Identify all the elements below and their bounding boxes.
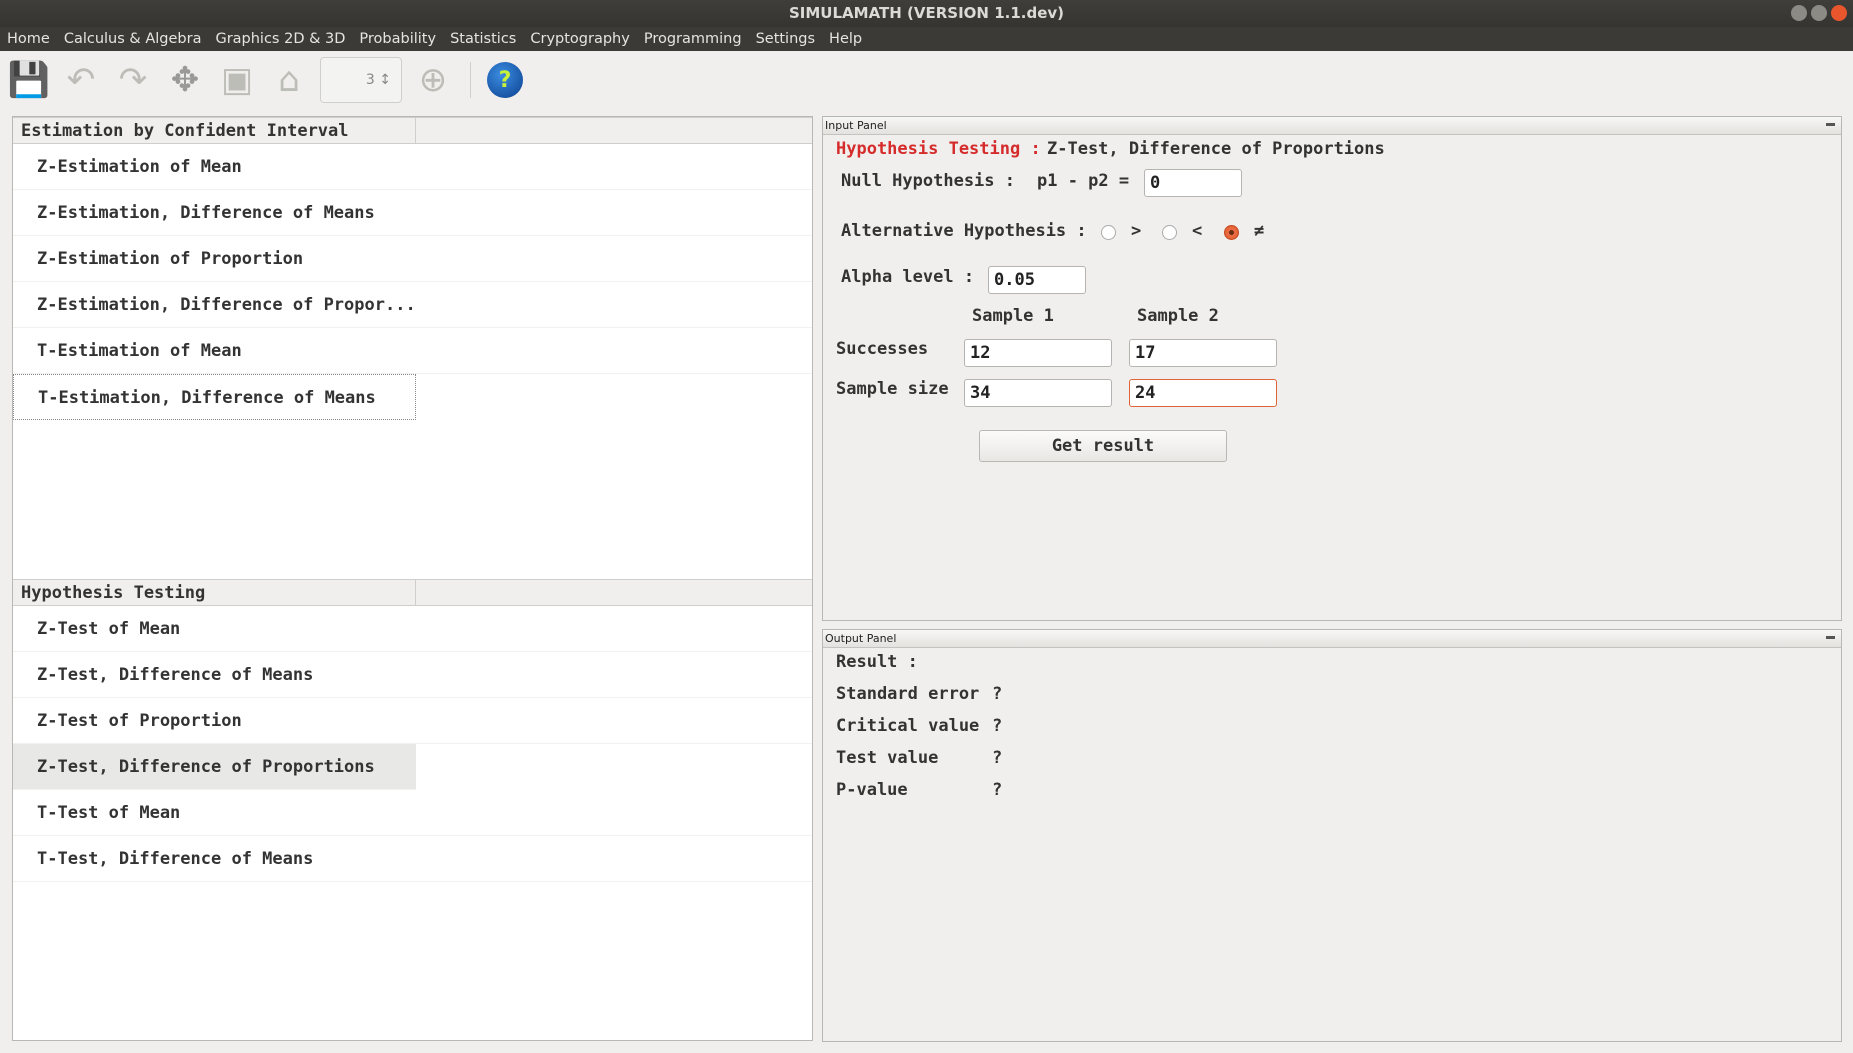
list-item[interactable]: Z-Test of Proportion — [13, 698, 812, 744]
p-value-label: P-value — [836, 780, 908, 800]
input-panel-title: Input Panel — [823, 117, 1841, 135]
option-greater: > — [1131, 221, 1142, 241]
minimize-button[interactable] — [1791, 5, 1807, 21]
radio-not-equal[interactable] — [1224, 225, 1239, 240]
close-button[interactable] — [1831, 5, 1847, 21]
sample2-header: Sample 2 — [1137, 306, 1219, 326]
option-not-equal: ≠ — [1254, 221, 1265, 241]
minimize-panel-button[interactable] — [1826, 123, 1835, 126]
menu-home[interactable]: Home — [7, 27, 50, 51]
output-panel-title-label: Output Panel — [825, 632, 897, 645]
list-item[interactable]: T-Estimation of Mean — [13, 328, 812, 374]
menu-cryptography[interactable]: Cryptography — [530, 27, 629, 51]
list-item[interactable]: Z-Test of Mean — [13, 606, 812, 652]
size2-input[interactable]: 24 — [1129, 379, 1277, 407]
sample-size-label: Sample size — [836, 379, 949, 399]
output-panel: Output Panel Result : Standard error ? C… — [822, 629, 1842, 1042]
size1-input[interactable]: 34 — [964, 379, 1112, 407]
null-value-input[interactable]: 0 — [1144, 169, 1242, 197]
menu-graphics[interactable]: Graphics 2D & 3D — [215, 27, 345, 51]
home-icon[interactable]: ⌂ — [268, 59, 310, 101]
list-item[interactable]: Z-Test, Difference of Means — [13, 652, 812, 698]
menu-settings[interactable]: Settings — [756, 27, 815, 51]
add-icon[interactable]: ⊕ — [412, 59, 454, 101]
successes1-input[interactable]: 12 — [964, 339, 1112, 367]
sample1-header: Sample 1 — [972, 306, 1054, 326]
redo-icon[interactable]: ↷ — [112, 59, 154, 101]
null-hypothesis-label: Null Hypothesis : — [841, 171, 1015, 191]
save-icon[interactable]: 💾 — [8, 59, 50, 101]
test-list-panel: Estimation by Confident Interval Z-Estim… — [12, 116, 813, 1041]
menu-probability[interactable]: Probability — [359, 27, 436, 51]
help-glyph: ? — [498, 67, 512, 93]
test-value-value: ? — [992, 748, 1003, 768]
input-panel: Input Panel Hypothesis Testing : Z-Test,… — [822, 116, 1842, 621]
p-value-value: ? — [992, 780, 1003, 800]
help-icon[interactable]: ? — [487, 62, 523, 98]
successes2-input[interactable]: 17 — [1129, 339, 1277, 367]
window-title: SIMULAMATH (VERSION 1.1.dev) — [788, 4, 1065, 22]
hypothesis-list: Z-Test of Mean Z-Test, Difference of Mea… — [13, 606, 812, 882]
output-panel-title: Output Panel — [823, 630, 1841, 648]
test-heading: Z-Test, Difference of Proportions — [1047, 139, 1385, 159]
radio-greater[interactable] — [1101, 225, 1116, 240]
list-item[interactable]: Z-Estimation of Proportion — [13, 236, 812, 282]
result-label: Result : — [836, 652, 918, 672]
input-panel-title-label: Input Panel — [825, 119, 887, 132]
minimize-panel-button[interactable] — [1826, 636, 1835, 639]
estimation-header: Estimation by Confident Interval — [13, 117, 812, 144]
alternative-hypothesis-label: Alternative Hypothesis : — [841, 221, 1087, 241]
standard-error-value: ? — [992, 684, 1003, 704]
maximize-button[interactable] — [1811, 5, 1827, 21]
list-item[interactable]: Z-Estimation of Mean — [13, 144, 812, 190]
expand-icon[interactable]: ✥ — [164, 59, 206, 101]
get-result-button[interactable]: Get result — [979, 430, 1227, 462]
estimation-header-label: Estimation by Confident Interval — [13, 118, 416, 144]
axis-spinner[interactable]: 3 ↕ — [320, 57, 402, 103]
alpha-level-label: Alpha level : — [841, 267, 975, 287]
list-item[interactable]: Z-Estimation, Difference of Propor... — [13, 282, 812, 328]
menu-bar: Home Calculus & Algebra Graphics 2D & 3D… — [0, 27, 1853, 51]
list-item-selected[interactable]: Z-Test, Difference of Proportions — [13, 744, 416, 790]
hypothesis-header-label: Hypothesis Testing — [13, 580, 416, 606]
menu-programming[interactable]: Programming — [644, 27, 742, 51]
toolbar: 💾 ↶ ↷ ✥ ▣ ⌂ 3 ↕ ⊕ ? — [0, 51, 1853, 109]
title-bar: SIMULAMATH (VERSION 1.1.dev) — [0, 0, 1853, 27]
list-item[interactable]: T-Estimation, Difference of Means — [13, 374, 416, 420]
menu-statistics[interactable]: Statistics — [450, 27, 516, 51]
spinner-value: 3 — [365, 72, 375, 88]
alpha-level-input[interactable]: 0.05 — [988, 266, 1086, 294]
list-item[interactable]: T-Test of Mean — [13, 790, 812, 836]
hypothesis-header: Hypothesis Testing — [13, 579, 812, 606]
null-expression: p1 - p2 = — [1037, 171, 1130, 191]
critical-value-label: Critical value — [836, 716, 980, 736]
toolbar-separator — [470, 62, 471, 98]
fit-icon[interactable]: ▣ — [216, 59, 258, 101]
test-value-label: Test value — [836, 748, 939, 768]
estimation-list: Z-Estimation of Mean Z-Estimation, Diffe… — [13, 144, 812, 420]
heading-prefix: Hypothesis Testing : — [836, 139, 1041, 159]
successes-label: Successes — [836, 339, 929, 359]
menu-help[interactable]: Help — [829, 27, 862, 51]
standard-error-label: Standard error — [836, 684, 980, 704]
option-less: < — [1192, 221, 1203, 241]
critical-value-value: ? — [992, 716, 1003, 736]
undo-icon[interactable]: ↶ — [60, 59, 102, 101]
list-item[interactable]: T-Test, Difference of Means — [13, 836, 812, 882]
menu-calculus-algebra[interactable]: Calculus & Algebra — [64, 27, 202, 51]
radio-less[interactable] — [1162, 225, 1177, 240]
list-item[interactable]: Z-Estimation, Difference of Means — [13, 190, 812, 236]
